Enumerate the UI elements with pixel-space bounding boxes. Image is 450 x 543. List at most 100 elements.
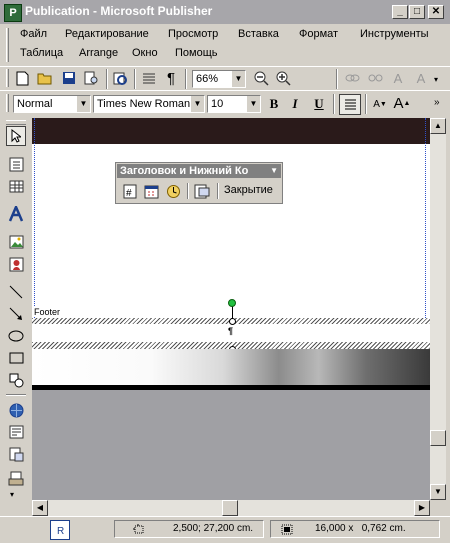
rotate-handle[interactable]	[228, 299, 236, 307]
text-cursor-icon: ¶	[228, 326, 234, 336]
bold-button[interactable]: B	[265, 95, 283, 113]
pilcrow-icon[interactable]: ¶	[162, 69, 180, 87]
zoom-out-icon[interactable]	[252, 69, 270, 87]
clip-art-icon[interactable]	[6, 254, 26, 274]
chevron-down-icon[interactable]: ▼	[190, 96, 204, 112]
size-readout: 16,000 x 0,762 cm.	[315, 523, 406, 534]
objects-toolbar: ▾	[0, 118, 32, 500]
text-box-icon[interactable]	[6, 154, 26, 174]
design-gallery-icon[interactable]	[6, 468, 26, 488]
menu-help[interactable]: Помощь	[175, 47, 218, 59]
html-fragment-icon[interactable]	[6, 444, 26, 464]
more-tools-icon[interactable]: ▾	[10, 490, 14, 499]
vertical-scrollbar[interactable]: ▲ ▼	[430, 118, 446, 500]
increase-font-icon[interactable]: A ▲	[393, 94, 411, 112]
pasteboard[interactable]	[32, 390, 430, 500]
publisher-app-icon[interactable]: P	[4, 4, 22, 22]
menu-arrange[interactable]: Arrange	[79, 47, 118, 59]
new-icon[interactable]	[13, 69, 31, 87]
chevron-down-icon[interactable]: ▼	[246, 96, 260, 112]
scroll-down-icon[interactable]: ▼	[430, 484, 446, 500]
standard-toolbar: ¶ 66% ▼ A A ▾	[0, 66, 450, 91]
form-control-icon[interactable]	[6, 422, 26, 442]
search-file-icon[interactable]	[82, 69, 100, 87]
italic-button[interactable]: I	[286, 95, 304, 113]
link-icon	[343, 69, 361, 87]
print-preview-icon[interactable]	[112, 69, 130, 87]
chevron-down-icon[interactable]: ▼	[76, 96, 90, 112]
columns-icon[interactable]	[140, 69, 158, 87]
menu-edit[interactable]: Редактирование	[65, 28, 149, 40]
menubar-grip[interactable]	[6, 28, 9, 62]
scroll-up-icon[interactable]: ▲	[430, 118, 446, 134]
line-tool-icon[interactable]	[6, 282, 26, 302]
font-size-select[interactable]: 10 ▼	[207, 95, 261, 113]
minimize-button[interactable]: _	[392, 5, 408, 19]
zoom-select[interactable]: 66% ▼	[192, 70, 246, 88]
arrow-tool-icon[interactable]	[6, 304, 26, 324]
title-bar[interactable]: P Publication - Microsoft Publisher _ □ …	[0, 0, 450, 24]
font-select[interactable]: Times New Roman ▼	[93, 95, 205, 113]
menu-insert[interactable]: Вставка	[238, 28, 279, 40]
text-up-icon: A	[393, 70, 403, 86]
select-pointer-icon[interactable]	[6, 126, 26, 146]
font-value: Times New Roman	[97, 98, 191, 110]
unlink-icon	[366, 69, 384, 87]
floating-toolbar-caption[interactable]: Заголовок и Нижний Ко ▼	[117, 164, 281, 178]
maximize-button[interactable]: □	[409, 5, 425, 19]
text-down-icon: A	[416, 70, 426, 86]
toolbar-grip[interactable]	[6, 94, 9, 112]
scroll-left-icon[interactable]: ◀	[32, 500, 48, 516]
picture-frame-icon[interactable]	[6, 232, 26, 252]
horizontal-scroll-thumb[interactable]	[222, 500, 238, 516]
menu-view[interactable]: Просмотр	[168, 28, 218, 40]
insert-time-icon[interactable]	[164, 182, 182, 200]
open-icon[interactable]	[36, 69, 54, 87]
save-icon[interactable]	[60, 69, 78, 87]
insert-date-icon[interactable]	[142, 182, 160, 200]
floating-toolbar-title: Заголовок и Нижний Ко	[120, 165, 249, 177]
autoshapes-icon[interactable]	[6, 370, 26, 390]
chevron-down-icon[interactable]: ▼	[231, 71, 245, 87]
style-select[interactable]: Normal ▼	[13, 95, 91, 113]
hotspot-icon[interactable]	[6, 400, 26, 420]
menu-file[interactable]: Файл	[20, 28, 47, 40]
wordart-icon[interactable]	[6, 204, 26, 224]
scroll-corner	[430, 500, 446, 516]
insert-page-number-icon[interactable]: #	[121, 182, 139, 200]
align-left-button[interactable]	[339, 94, 361, 115]
show-header-footer-icon[interactable]	[193, 182, 211, 200]
underline-button[interactable]: U	[310, 95, 328, 113]
page-number-label: R	[57, 526, 65, 537]
oval-tool-icon[interactable]	[6, 326, 26, 346]
toolbar-options-icon[interactable]: »	[434, 97, 440, 108]
scroll-right-icon[interactable]: ▶	[414, 500, 430, 516]
vertical-scroll-thumb[interactable]	[430, 430, 446, 446]
menu-table[interactable]: Таблица	[20, 47, 63, 59]
menu-bar: Файл Редактирование Просмотр Вставка Фор…	[0, 24, 450, 66]
toolbar-options-icon[interactable]: ▾	[434, 75, 438, 84]
table-icon[interactable]	[6, 176, 26, 196]
position-field: 2,500; 27,200 cm.	[114, 520, 264, 538]
toolbar-grip[interactable]	[6, 120, 26, 125]
horizontal-scrollbar[interactable]: ◀ ▶	[32, 500, 430, 516]
header-band	[32, 118, 430, 144]
toolbar-grip[interactable]	[6, 69, 9, 87]
resize-handle-top[interactable]	[229, 318, 236, 325]
page-navigator[interactable]: R	[50, 520, 70, 540]
menu-format[interactable]: Формат	[299, 28, 338, 40]
style-value: Normal	[17, 98, 53, 110]
header-footer-toolbar: Заголовок и Нижний Ко ▼ # Закрытие	[115, 162, 283, 204]
close-button[interactable]: ✕	[428, 5, 444, 19]
size-field: 16,000 x 0,762 cm.	[270, 520, 440, 538]
toolbar-menu-icon[interactable]: ▼	[270, 164, 278, 178]
decrease-font-icon[interactable]: A ▼	[371, 95, 389, 113]
align-left-icon	[344, 99, 356, 110]
rectangle-tool-icon[interactable]	[6, 348, 26, 368]
close-header-footer-button[interactable]: Закрытие	[224, 184, 273, 196]
status-bar: R 2,500; 27,200 cm. 16,000 x 0,762 cm.	[0, 516, 450, 543]
position-icon	[133, 524, 144, 534]
menu-window[interactable]: Окно	[132, 47, 158, 59]
menu-tools[interactable]: Инструменты	[360, 28, 429, 40]
zoom-in-icon[interactable]	[274, 69, 292, 87]
